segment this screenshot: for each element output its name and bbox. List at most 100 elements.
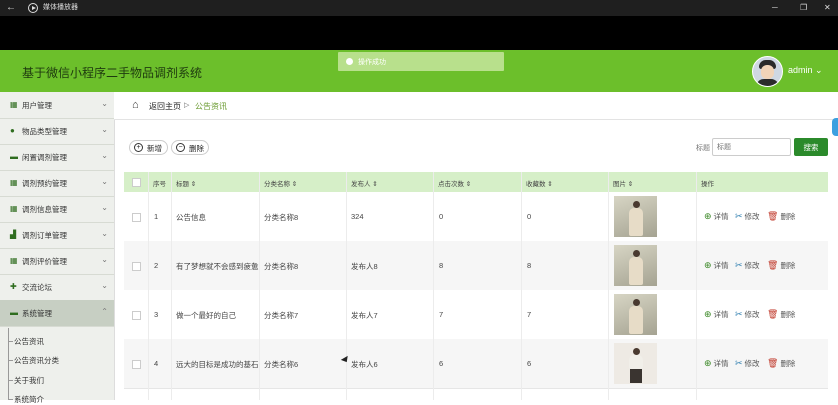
cell-clicks: 8 [439, 261, 444, 270]
row-image[interactable] [614, 196, 657, 237]
column-header-category[interactable]: 分类名称 ⇕ [264, 178, 297, 188]
column-divider [259, 172, 260, 400]
user-icon: ● [10, 126, 15, 135]
view-button[interactable]: ⊕ 详情 [704, 309, 729, 320]
table-row: 3 做一个最好的自己 分类名称7 发布人7 7 7 ⊕ 详情 ✂ 修改 🗑 删除 [124, 290, 828, 340]
sidebar-item-item-types[interactable]: ● 物品类型管理 ⌄ [0, 118, 114, 145]
search-button[interactable]: 搜索 [794, 138, 828, 156]
row-image[interactable] [614, 245, 657, 286]
column-header-publisher[interactable]: 发布人 ⇕ [351, 178, 378, 188]
sidebar-item-system[interactable]: ▬ 系统管理 ⌃ [0, 300, 114, 327]
row-checkbox[interactable] [132, 360, 141, 369]
submenu-item-announcements[interactable]: 公告资讯 [8, 336, 44, 347]
sidebar-item-label: 闲置调剂管理 [22, 153, 67, 162]
home-icon[interactable]: ⌂ [132, 99, 139, 111]
chevron-down-icon: ⌄ [101, 99, 108, 108]
column-divider [171, 172, 172, 400]
chat-icon: ▬ [10, 152, 18, 161]
column-divider [608, 172, 609, 400]
column-divider [433, 172, 434, 400]
maximize-button[interactable]: ❐ [800, 2, 807, 14]
sidebar-item-orders[interactable]: ▟ 调剂订单管理 ⌄ [0, 222, 114, 249]
sidebar-item-reservations[interactable]: ▦ 调剂预约管理 ⌄ [0, 170, 114, 197]
check-circle-icon [346, 58, 353, 65]
delete-row-button[interactable]: 🗑 删除 [767, 260, 795, 271]
cell-category: 分类名称8 [264, 262, 299, 271]
search-input[interactable] [712, 138, 791, 156]
breadcrumb-current: 公告资讯 [195, 102, 227, 111]
row-checkbox[interactable] [132, 311, 141, 320]
trash-icon: 🗑 [767, 309, 779, 319]
edit-button[interactable]: ✂ 修改 [735, 211, 760, 222]
avatar[interactable] [752, 56, 783, 87]
search-label: 标题 [696, 145, 710, 152]
cell-favorites: 0 [527, 212, 532, 221]
view-label: 详情 [713, 359, 729, 368]
user-menu[interactable]: admin ⌄ [788, 65, 823, 76]
window-title: 媒体播放器 [43, 4, 78, 11]
sidebar-item-info[interactable]: ▦ 调剂信息管理 ⌄ [0, 196, 114, 223]
cell-title: 远大的目标是成功的基石 [176, 360, 259, 369]
cell-publisher: 发布人7 [351, 311, 378, 320]
app-title: 基于微信小程序二手物品调剂系统 [22, 66, 203, 80]
floating-side-tab[interactable] [832, 118, 838, 136]
minimize-button[interactable]: ─ [772, 2, 778, 14]
table-header: 序号 标题 ⇕ 分类名称 ⇕ 发布人 ⇕ 点击次数 ⇕ 收藏数 ⇕ 图片 ⇕ 操… [124, 172, 828, 192]
delete-row-button[interactable]: 🗑 删除 [767, 211, 795, 222]
sidebar-item-label: 物品类型管理 [22, 127, 67, 136]
row-checkbox[interactable] [132, 262, 141, 271]
delete-button[interactable]: − 删除 [171, 140, 209, 155]
add-button[interactable]: + 新增 [129, 140, 168, 155]
view-button[interactable]: ⊕ 详情 [704, 211, 729, 222]
column-header-clicks[interactable]: 点击次数 ⇕ [438, 178, 471, 188]
select-all-checkbox[interactable] [132, 178, 141, 187]
close-button[interactable]: ✕ [824, 2, 831, 14]
delete-row-button[interactable]: 🗑 删除 [767, 309, 795, 320]
view-button[interactable]: ⊕ 详情 [704, 260, 729, 271]
chart-icon: ▟ [10, 230, 17, 239]
column-header-favorites[interactable]: 收藏数 ⇕ [526, 178, 553, 188]
sidebar: ▦ 用户管理 ⌄ ● 物品类型管理 ⌄ ▬ 闲置调剂管理 ⌄ ▦ 调剂预约管理 … [0, 92, 115, 404]
edit-icon: ✂ [735, 211, 743, 221]
delete-button-label: 删除 [189, 144, 204, 153]
back-arrow-icon[interactable]: ← [6, 2, 16, 14]
sidebar-item-idle[interactable]: ▬ 闲置调剂管理 ⌄ [0, 144, 114, 171]
sidebar-item-reviews[interactable]: ▦ 调剂评价管理 ⌄ [0, 248, 114, 275]
submenu-item-announcement-categories[interactable]: 公告资讯分类 [8, 355, 59, 366]
cell-publisher: 324 [351, 212, 364, 221]
add-button-label: 新增 [147, 144, 162, 153]
chevron-down-icon: ⌄ [101, 125, 108, 134]
delete-label: 删除 [780, 212, 796, 221]
cell-id: 1 [154, 212, 159, 221]
column-header-title[interactable]: 标题 ⇕ [176, 178, 196, 188]
sidebar-item-users[interactable]: ▦ 用户管理 ⌄ [0, 92, 114, 119]
chevron-down-icon: ⌄ [101, 177, 108, 186]
grid-icon: ▦ [10, 178, 18, 187]
edit-button[interactable]: ✂ 修改 [735, 358, 760, 369]
row-image[interactable] [614, 294, 657, 335]
edit-icon: ✂ [735, 260, 743, 270]
breadcrumb: ⌂ 返回主页 ▷ 公告资讯 [114, 92, 838, 120]
edit-button[interactable]: ✂ 修改 [735, 309, 760, 320]
edit-button[interactable]: ✂ 修改 [735, 260, 760, 271]
cell-title: 公告信息 [176, 213, 206, 222]
chevron-down-icon: ⌄ [101, 281, 108, 290]
row-image[interactable] [614, 343, 657, 384]
cell-id: 2 [154, 261, 159, 270]
view-button[interactable]: ⊕ 详情 [704, 358, 729, 369]
row-checkbox[interactable] [132, 213, 141, 222]
table-row: 1 公告信息 分类名称8 324 0 0 ⊕ 详情 ✂ 修改 🗑 删除 [124, 192, 828, 242]
grid-icon: ▦ [10, 204, 18, 213]
success-toast: 操作成功 [338, 52, 504, 71]
column-header-image[interactable]: 图片 ⇕ [613, 178, 633, 188]
system-icon: ▬ [10, 308, 18, 317]
cell-title: 有了梦想就不会感到疲惫 [176, 262, 259, 271]
submenu-item-about-us[interactable]: 关于我们 [8, 375, 44, 386]
breadcrumb-home-link[interactable]: 返回主页 [149, 101, 181, 112]
delete-row-button[interactable]: 🗑 删除 [767, 358, 795, 369]
submenu-tree-line [8, 328, 9, 400]
edit-label: 修改 [744, 212, 760, 221]
sidebar-item-forum[interactable]: ✚ 交流论坛 ⌄ [0, 274, 114, 301]
column-header-id[interactable]: 序号 [153, 178, 166, 188]
window-titlebar: ← 媒体播放器 ─ ❐ ✕ [0, 0, 838, 16]
